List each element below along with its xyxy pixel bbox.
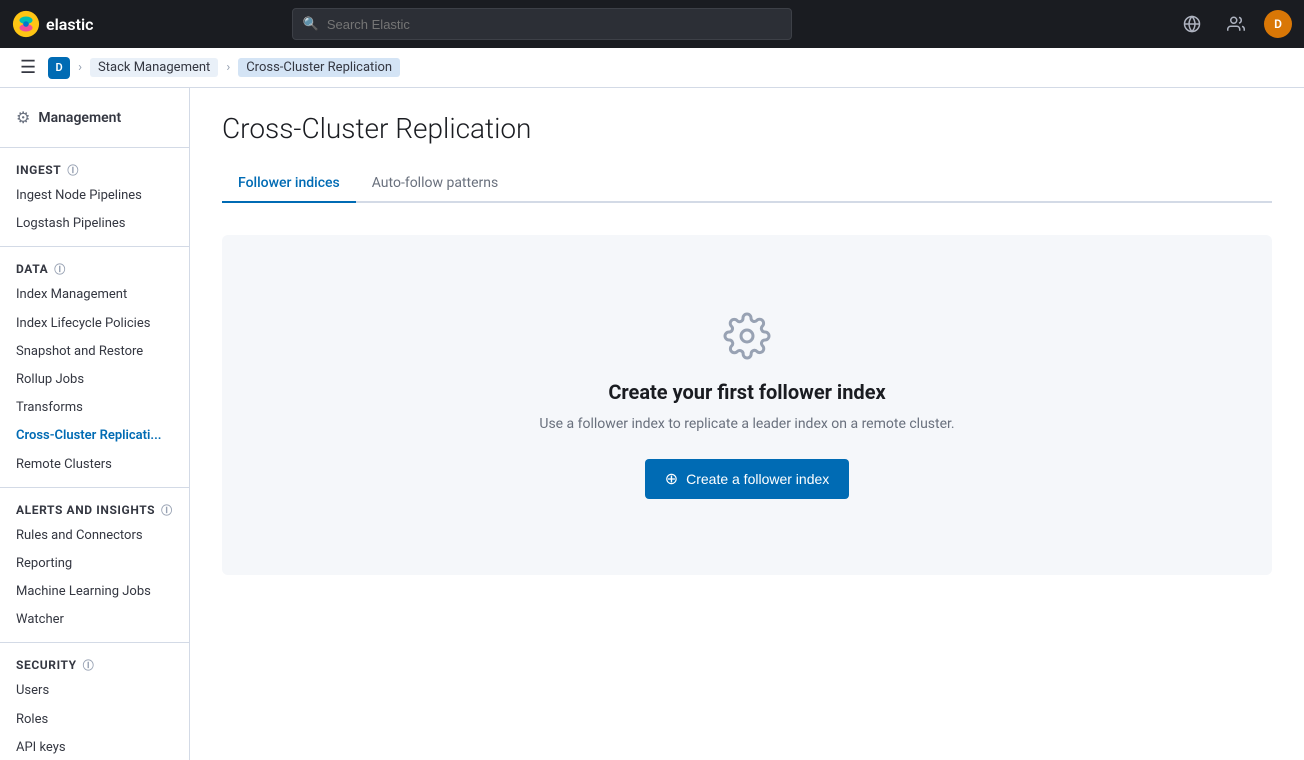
management-gear-icon: ⚙ [16,108,30,127]
breadcrumb-current-page: Cross-Cluster Replication [238,58,400,77]
empty-state: Create your first follower index Use a f… [539,312,954,499]
breadcrumb-stack-management[interactable]: Stack Management [90,58,218,77]
create-follower-index-label: Create a follower index [686,471,829,487]
data-label: Data [16,262,48,276]
tab-auto-follow-patterns[interactable]: Auto-follow patterns [356,165,514,203]
tab-follower-indices-label: Follower indices [238,175,340,191]
sidebar-item-rollup-jobs[interactable]: Rollup Jobs [0,366,189,394]
sidebar: ⚙ Management Ingest ⓘ Ingest Node Pipeli… [0,88,190,760]
sidebar-ingest-header: Ingest ⓘ [0,156,189,182]
d-badge: D [48,57,70,79]
sidebar-item-reporting[interactable]: Reporting [0,550,189,578]
page-title: Cross-Cluster Replication [222,112,1272,145]
sidebar-management-header: ⚙ Management [0,100,189,139]
search-input[interactable] [327,17,781,32]
top-navigation: elastic 🔍 D [0,0,1304,48]
tab-follower-indices[interactable]: Follower indices [222,165,356,203]
tabs-container: Follower indices Auto-follow patterns [222,165,1272,203]
management-label: Management [38,110,121,126]
search-icon: 🔍 [303,17,319,32]
elastic-wordmark: elastic [46,15,93,34]
sidebar-item-index-management[interactable]: Index Management [0,281,189,309]
alerts-label: Alerts and Insights [16,503,155,517]
sidebar-divider-top [0,147,189,148]
sidebar-alerts-header: Alerts and Insights ⓘ [0,496,189,522]
sidebar-item-api-keys[interactable]: API keys [0,734,189,760]
empty-state-description: Use a follower index to replicate a lead… [539,414,954,435]
empty-state-title: Create your first follower index [539,380,954,404]
sidebar-item-ingest-node-pipelines[interactable]: Ingest Node Pipelines [0,182,189,210]
elastic-logo-icon [12,10,40,38]
sidebar-divider-data [0,487,189,488]
people-icon [1227,15,1245,33]
main-content: Cross-Cluster Replication Follower indic… [190,88,1304,760]
sidebar-divider-alerts [0,642,189,643]
user-avatar[interactable]: D [1264,10,1292,38]
sidebar-item-rules-and-connectors[interactable]: Rules and Connectors [0,522,189,550]
elastic-logo[interactable]: elastic [12,10,93,38]
ingest-info-icon[interactable]: ⓘ [67,162,79,178]
globe-icon-button[interactable] [1176,8,1208,40]
sidebar-security-header: Security ⓘ [0,651,189,677]
security-label: Security [16,658,77,672]
sidebar-item-logstash-pipelines[interactable]: Logstash Pipelines [0,210,189,238]
main-layout: ⚙ Management Ingest ⓘ Ingest Node Pipeli… [0,0,1304,760]
sidebar-item-snapshot-and-restore[interactable]: Snapshot and Restore [0,338,189,366]
alerts-info-icon[interactable]: ⓘ [161,502,173,518]
people-icon-button[interactable] [1220,8,1252,40]
sidebar-item-watcher[interactable]: Watcher [0,606,189,634]
sidebar-data-header: Data ⓘ [0,255,189,281]
empty-state-container: Create your first follower index Use a f… [222,235,1272,575]
data-info-icon[interactable]: ⓘ [54,261,66,277]
ingest-label: Ingest [16,163,61,177]
tab-auto-follow-patterns-label: Auto-follow patterns [372,175,498,191]
sidebar-divider-ingest [0,246,189,247]
globe-icon [1183,15,1201,33]
breadcrumb-separator-1: › [78,60,82,75]
security-info-icon[interactable]: ⓘ [83,657,95,673]
breadcrumb-separator-2: › [226,60,230,75]
sidebar-item-machine-learning-jobs[interactable]: Machine Learning Jobs [0,578,189,606]
sidebar-item-transforms[interactable]: Transforms [0,394,189,422]
sidebar-item-index-lifecycle-policies[interactable]: Index Lifecycle Policies [0,310,189,338]
sidebar-item-remote-clusters[interactable]: Remote Clusters [0,451,189,479]
menu-toggle-button[interactable]: ☰ [16,53,40,82]
sidebar-item-cross-cluster-replication[interactable]: Cross-Cluster Replicati... [0,422,189,450]
nav-icons: D [1176,8,1292,40]
search-bar[interactable]: 🔍 [292,8,792,40]
create-follower-index-button[interactable]: ⊕ Create a follower index [645,459,850,499]
breadcrumb-bar: ☰ D › Stack Management › Cross-Cluster R… [0,48,1304,88]
plus-circle-icon: ⊕ [665,469,678,489]
sidebar-item-users[interactable]: Users [0,677,189,705]
sidebar-item-roles[interactable]: Roles [0,706,189,734]
empty-state-gear-icon [539,312,954,364]
